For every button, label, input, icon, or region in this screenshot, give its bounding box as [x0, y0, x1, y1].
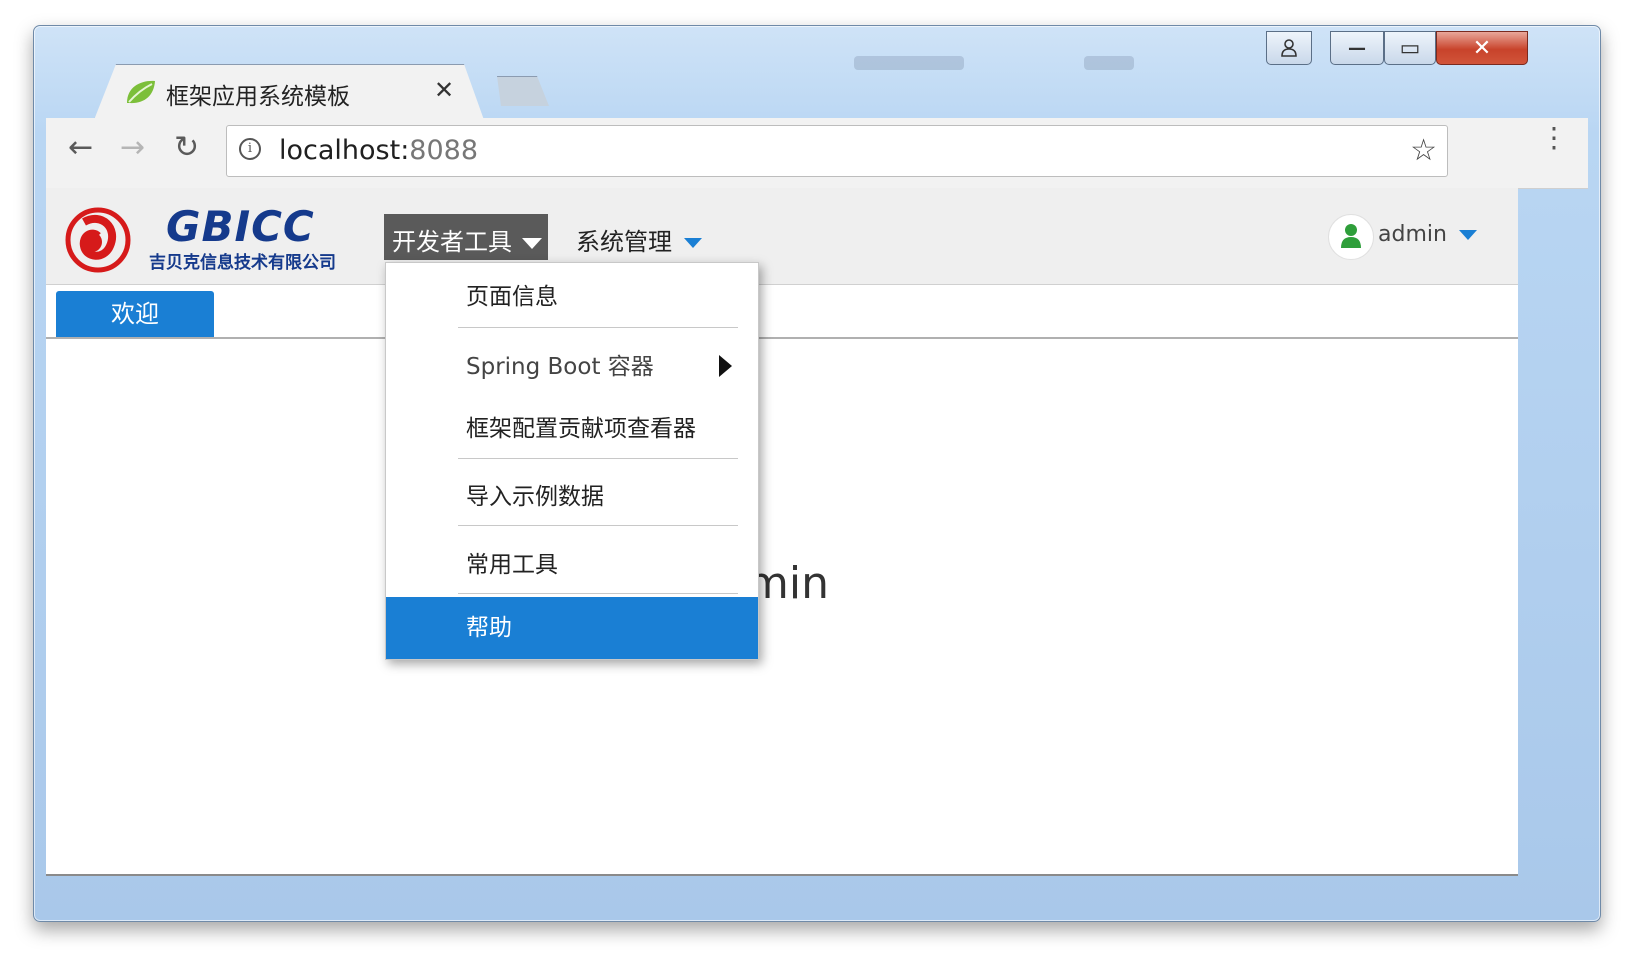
url-text[interactable]: localhost:8088: [279, 135, 478, 166]
browser-window: — ▭ ✕ 框架应用系统模板 ✕ ← → ↻ i localhost:8088 …: [33, 25, 1601, 922]
browser-tab-content: 框架应用系统模板 ✕: [94, 64, 484, 120]
caret-down-icon: [684, 238, 702, 248]
app-header: GBICC 吉贝克信息技术有限公司 开发者工具 系统管理 admin: [46, 188, 1518, 285]
page-tabs: 欢迎: [46, 285, 1518, 339]
tab-close-icon[interactable]: ✕: [434, 76, 454, 104]
dev-tools-dropdown: 页面信息 Spring Boot 容器 框架配置贡献项查看器 导入示例数据 常用…: [385, 262, 759, 660]
menu-item-common-tools[interactable]: 常用工具: [386, 545, 758, 585]
background-blur: [1084, 56, 1134, 70]
system-mgmt-label: 系统管理: [576, 228, 672, 256]
system-mgmt-menu[interactable]: 系统管理: [576, 222, 702, 257]
menu-item-config-viewer[interactable]: 框架配置贡献项查看器: [386, 409, 758, 449]
tab-title: 框架应用系统模板: [166, 84, 350, 110]
spring-leaf-icon: [127, 80, 155, 104]
caret-down-icon: [1458, 230, 1477, 240]
info-icon[interactable]: i: [239, 138, 261, 160]
user-icon: [1281, 39, 1297, 57]
dev-tools-menu[interactable]: 开发者工具: [384, 214, 548, 260]
page-content: GBICC 吉贝克信息技术有限公司 开发者工具 系统管理 admin 欢迎 mi…: [46, 188, 1518, 874]
caret-down-icon: [522, 237, 542, 249]
maximize-button[interactable]: ▭: [1384, 31, 1436, 65]
logo-subtitle: 吉贝克信息技术有限公司: [149, 253, 336, 273]
profile-button[interactable]: [1266, 31, 1312, 65]
menu-item-label: 框架配置贡献项查看器: [466, 416, 696, 442]
menu-item-import-sample-data[interactable]: 导入示例数据: [386, 477, 758, 517]
avatar[interactable]: [1328, 214, 1374, 260]
menu-item-label: Spring Boot 容器: [466, 354, 654, 380]
url-port: 8088: [409, 135, 479, 166]
bookmark-star-icon[interactable]: ☆: [1410, 133, 1437, 168]
user-name: admin: [1378, 222, 1447, 247]
new-tab-button[interactable]: [497, 76, 549, 106]
menu-divider: [458, 458, 738, 459]
back-icon[interactable]: ←: [68, 133, 93, 163]
reload-icon[interactable]: ↻: [174, 133, 199, 163]
background-blur: [854, 56, 964, 70]
menu-item-label: 导入示例数据: [466, 484, 604, 510]
minimize-icon: —: [1348, 37, 1366, 59]
menu-divider: [458, 327, 738, 328]
menu-item-help[interactable]: 帮助: [386, 597, 758, 659]
logo-text: GBICC: [166, 202, 315, 251]
tab-welcome[interactable]: 欢迎: [56, 291, 214, 337]
menu-item-spring-boot[interactable]: Spring Boot 容器: [386, 347, 758, 387]
dev-tools-label: 开发者工具: [392, 228, 512, 256]
address-bar[interactable]: i localhost:8088 ☆: [226, 125, 1448, 177]
user-icon: [1341, 224, 1361, 248]
url-host: localhost:: [279, 135, 410, 166]
menu-divider: [458, 525, 738, 526]
submenu-arrow-icon: [719, 355, 732, 377]
minimize-button[interactable]: —: [1330, 31, 1384, 65]
browser-toolbar: ← → ↻ i localhost:8088 ☆ ⋮: [46, 118, 1588, 189]
menu-divider: [458, 593, 738, 594]
close-icon: ✕: [1472, 35, 1492, 61]
close-window-button[interactable]: ✕: [1436, 31, 1528, 65]
user-menu[interactable]: admin: [1378, 222, 1477, 247]
forward-icon[interactable]: →: [120, 133, 145, 163]
menu-item-label: 帮助: [466, 615, 512, 641]
menu-item-label: 常用工具: [466, 552, 558, 578]
menu-item-page-info[interactable]: 页面信息: [386, 277, 758, 317]
menu-item-label: 页面信息: [466, 284, 558, 310]
content-border: [46, 874, 1518, 876]
company-logo-icon: [65, 207, 131, 273]
maximize-icon: ▭: [1399, 35, 1421, 61]
browser-menu-icon[interactable]: ⋮: [1540, 124, 1568, 152]
